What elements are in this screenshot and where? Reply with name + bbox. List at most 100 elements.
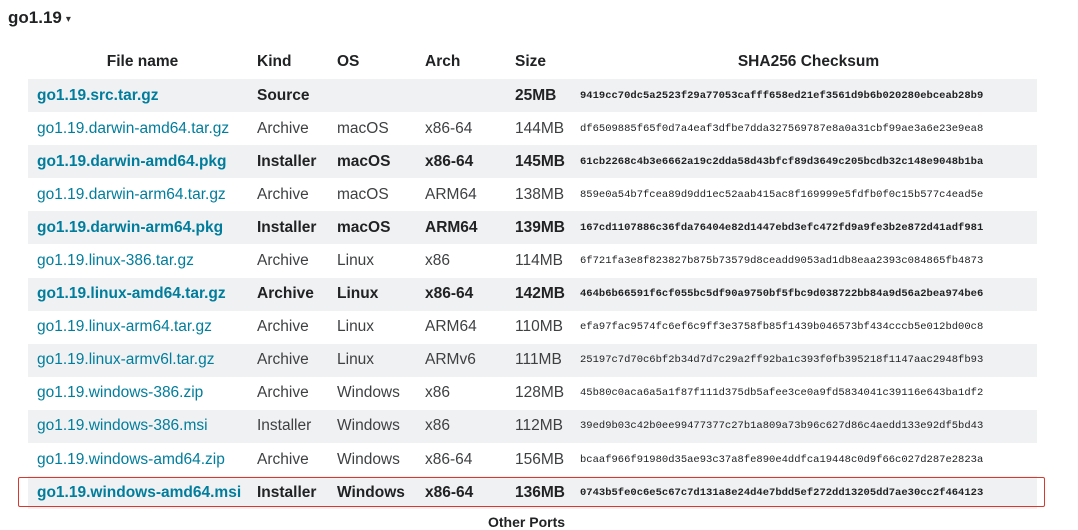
table-row: go1.19.src.tar.gz Source 25MB 9419cc70dc5a2… bbox=[28, 79, 1037, 113]
size-cell: 145MB bbox=[515, 145, 580, 179]
kind-cell: Archive bbox=[257, 310, 337, 344]
checksum-cell: 6f721fa3e8f823827b875b73579d8ceadd9053ad… bbox=[580, 244, 1037, 278]
file-name-cell: go1.19.windows-amd64.msi bbox=[28, 476, 257, 510]
size-cell: 138MB bbox=[515, 178, 580, 212]
kind-cell: Archive bbox=[257, 244, 337, 278]
download-link[interactable]: go1.19.linux-386.tar.gz bbox=[37, 252, 194, 269]
size-cell: 25MB bbox=[515, 79, 580, 113]
os-cell: Linux bbox=[337, 244, 425, 278]
kind-cell: Installer bbox=[257, 476, 337, 510]
arch-cell: x86-64 bbox=[425, 112, 515, 146]
arch-cell: ARM64 bbox=[425, 211, 515, 245]
table-row: go1.19.linux-arm64.tar.gz Archive Linux ARM… bbox=[28, 310, 1037, 344]
table-body: go1.19.src.tar.gz Source 25MB 9419cc70dc5a2… bbox=[28, 79, 1037, 510]
arch-cell: ARM64 bbox=[425, 310, 515, 344]
arch-cell: x86-64 bbox=[425, 476, 515, 510]
download-link[interactable]: go1.19.darwin-amd64.tar.gz bbox=[37, 120, 229, 137]
os-cell: macOS bbox=[337, 211, 425, 245]
table-row: go1.19.darwin-amd64.tar.gz Archive macOS x8… bbox=[28, 112, 1037, 146]
table-row: go1.19.windows-386.zip Archive Windows x86 1… bbox=[28, 376, 1037, 410]
file-name-cell: go1.19.darwin-arm64.tar.gz bbox=[28, 178, 257, 212]
checksum-cell: bcaaf966f91980d35ae93c37a8fe890e4ddfca19… bbox=[580, 443, 1037, 477]
checksum-cell: 45b80c0aca6a5a1f87f111d375db5afee3ce0a9f… bbox=[580, 376, 1037, 410]
checksum-cell: 0743b5fe0c6e5c67c7d131a8e24d4e7bdd5ef272… bbox=[580, 476, 1037, 510]
checksum-cell: 39ed9b03c42b0ee99477377c27b1a809a73b96c6… bbox=[580, 409, 1037, 444]
downloads-table-container: File name Kind OS Arch Size SHA256 Check… bbox=[28, 44, 1037, 510]
size-cell: 111MB bbox=[515, 343, 580, 377]
os-cell: Linux bbox=[337, 310, 425, 344]
arch-cell: ARMv6 bbox=[425, 343, 515, 377]
checksum-cell: 9419cc70dc5a2523f29a77053cafff658ed21ef3… bbox=[580, 79, 1037, 113]
size-cell: 128MB bbox=[515, 376, 580, 410]
kind-cell: Installer bbox=[257, 211, 337, 245]
os-cell: Windows bbox=[337, 409, 425, 444]
other-ports-heading: Other Ports bbox=[488, 514, 566, 530]
size-cell: 110MB bbox=[515, 310, 580, 344]
size-cell: 136MB bbox=[515, 476, 580, 510]
checksum-cell: 167cd1107886c36fda76404e82d1447ebd3efc47… bbox=[580, 211, 1037, 245]
kind-cell: Installer bbox=[257, 145, 337, 179]
table-row: go1.19.windows-amd64.zip Archive Windows x8… bbox=[28, 443, 1037, 477]
arch-cell: x86 bbox=[425, 409, 515, 444]
version-toggle[interactable]: go1.19 ▾ bbox=[8, 8, 71, 28]
file-name-cell: go1.19.linux-armv6l.tar.gz bbox=[28, 343, 257, 377]
download-link[interactable]: go1.19.windows-386.msi bbox=[37, 417, 208, 434]
table-row-highlighted: go1.19.windows-amd64.msi Installer Windows… bbox=[28, 476, 1037, 510]
arch-cell: ARM64 bbox=[425, 178, 515, 212]
download-link[interactable]: go1.19.darwin-amd64.pkg bbox=[37, 153, 227, 170]
file-name-cell: go1.19.darwin-amd64.tar.gz bbox=[28, 112, 257, 146]
os-cell: macOS bbox=[337, 112, 425, 146]
kind-cell: Source bbox=[257, 79, 337, 113]
size-cell: 112MB bbox=[515, 409, 580, 444]
os-cell bbox=[337, 79, 425, 113]
header-checksum: SHA256 Checksum bbox=[737, 52, 880, 70]
header-size: Size bbox=[515, 52, 547, 70]
download-link[interactable]: go1.19.linux-armv6l.tar.gz bbox=[37, 351, 214, 368]
arch-cell: x86 bbox=[425, 376, 515, 410]
file-name-cell: go1.19.linux-amd64.tar.gz bbox=[28, 277, 257, 311]
table-row: go1.19.darwin-arm64.pkg Installer macOS ARM… bbox=[28, 211, 1037, 245]
size-cell: 142MB bbox=[515, 277, 580, 311]
file-name-cell: go1.19.darwin-arm64.pkg bbox=[28, 211, 257, 245]
download-link[interactable]: go1.19.darwin-arm64.tar.gz bbox=[37, 186, 226, 203]
checksum-cell: df6509885f65f0d7a4eaf3dfbe7dda327569787e… bbox=[580, 112, 1037, 146]
arch-cell: x86-64 bbox=[425, 145, 515, 179]
file-name-cell: go1.19.windows-386.zip bbox=[28, 376, 257, 410]
header-file-name: File name bbox=[106, 52, 179, 70]
table-header-row: File name Kind OS Arch Size SHA256 Check… bbox=[28, 44, 1037, 79]
arch-cell: x86-64 bbox=[425, 277, 515, 311]
download-link[interactable]: go1.19.windows-amd64.zip bbox=[37, 451, 225, 468]
header-arch: Arch bbox=[425, 52, 461, 70]
kind-cell: Installer bbox=[257, 409, 337, 444]
download-link[interactable]: go1.19.windows-386.zip bbox=[37, 384, 203, 401]
download-link[interactable]: go1.19.linux-amd64.tar.gz bbox=[37, 285, 226, 302]
size-cell: 156MB bbox=[515, 443, 580, 477]
os-cell: Windows bbox=[337, 443, 425, 477]
arch-cell: x86 bbox=[425, 244, 515, 278]
download-link[interactable]: go1.19.linux-arm64.tar.gz bbox=[37, 318, 212, 335]
download-link[interactable]: go1.19.src.tar.gz bbox=[37, 87, 158, 104]
file-name-cell: go1.19.windows-amd64.zip bbox=[28, 443, 257, 477]
checksum-cell: 61cb2268c4b3e6662a19c2dda58d43bfcf89d364… bbox=[580, 145, 1037, 179]
kind-cell: Archive bbox=[257, 343, 337, 377]
size-cell: 139MB bbox=[515, 211, 580, 245]
download-link[interactable]: go1.19.windows-amd64.msi bbox=[37, 484, 241, 501]
caret-down-icon: ▾ bbox=[65, 14, 71, 25]
kind-cell: Archive bbox=[257, 376, 337, 410]
arch-cell: x86-64 bbox=[425, 443, 515, 477]
checksum-cell: 859e0a54b7fcea89d9dd1ec52aab415ac8f16999… bbox=[580, 178, 1037, 212]
header-os: OS bbox=[337, 52, 360, 70]
file-name-cell: go1.19.linux-386.tar.gz bbox=[28, 244, 257, 278]
file-name-cell: go1.19.linux-arm64.tar.gz bbox=[28, 310, 257, 344]
table-row: go1.19.linux-amd64.tar.gz Archive Linux x86… bbox=[28, 277, 1037, 311]
table-row: go1.19.darwin-arm64.tar.gz Archive macOS AR… bbox=[28, 178, 1037, 212]
table-row: go1.19.linux-armv6l.tar.gz Archive Linux AR… bbox=[28, 343, 1037, 377]
table-row: go1.19.darwin-amd64.pkg Installer macOS x86… bbox=[28, 145, 1037, 179]
file-name-cell: go1.19.darwin-amd64.pkg bbox=[28, 145, 257, 179]
kind-cell: Archive bbox=[257, 112, 337, 146]
download-link[interactable]: go1.19.darwin-arm64.pkg bbox=[37, 219, 223, 236]
checksum-cell: efa97fac9574fc6ef6c9ff3e3758fb85f1439b04… bbox=[580, 310, 1037, 344]
os-cell: macOS bbox=[337, 145, 425, 179]
header-kind: Kind bbox=[257, 52, 292, 70]
os-cell: Windows bbox=[337, 376, 425, 410]
